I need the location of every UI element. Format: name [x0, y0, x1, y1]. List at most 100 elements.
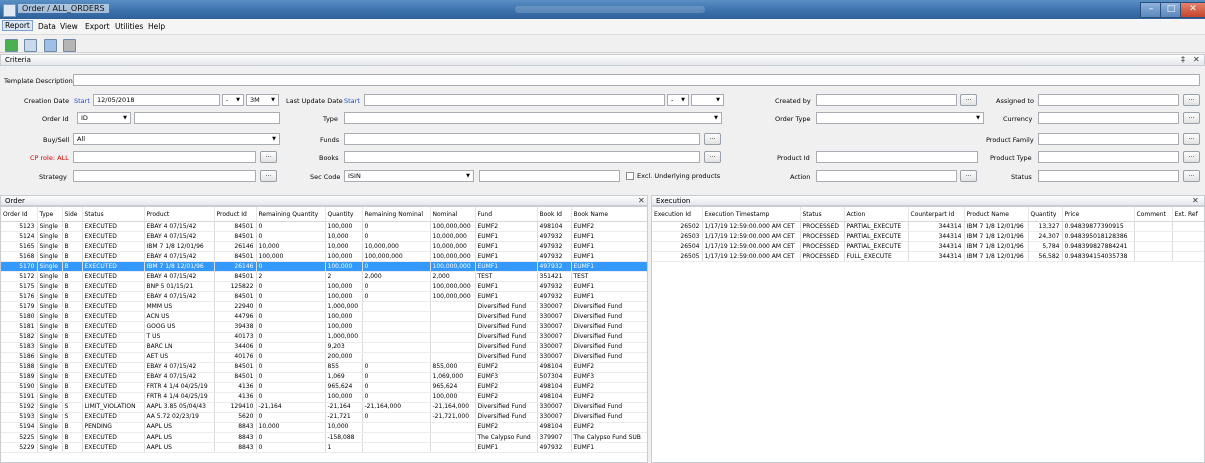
creation-date-input[interactable]: 12/05/2018: [93, 94, 220, 106]
order-column-header[interactable]: Nominal: [430, 207, 476, 222]
assigned-to-input[interactable]: [1038, 94, 1179, 106]
close-icon[interactable]: ✕: [638, 196, 645, 205]
books-browse-button[interactable]: ...: [704, 151, 721, 163]
execution-column-header[interactable]: Ext. Ref: [1172, 207, 1204, 222]
order-column-header[interactable]: Product Id: [214, 207, 257, 222]
currency-input[interactable]: [1038, 112, 1179, 124]
cp-role-label[interactable]: CP role: ALL: [30, 154, 69, 162]
order-column-header[interactable]: Product: [144, 207, 215, 222]
action-input[interactable]: [816, 170, 957, 182]
menu-report[interactable]: Report: [2, 20, 33, 31]
table-row[interactable]: 5183 Single B EXECUTED BARC LN 34406 0 9,203 Div…: [1, 342, 647, 353]
maximize-button[interactable]: □: [1160, 2, 1182, 18]
table-row[interactable]: 5180 Single B EXECUTED ACN US 44796 0 100,000 Di…: [1, 311, 647, 323]
created-by-input[interactable]: [816, 94, 957, 106]
cp-role-browse-button[interactable]: ...: [260, 151, 277, 163]
order-type-dropdown[interactable]: [816, 112, 984, 124]
excl-underlying-checkbox[interactable]: [626, 172, 634, 180]
sec-code-input[interactable]: [479, 170, 620, 182]
strategy-browse-button[interactable]: ...: [260, 170, 277, 182]
table-row[interactable]: 5188 Single B EXECUTED EBAY 4 07/15/42 84501 0…: [1, 362, 647, 373]
funds-browse-button[interactable]: ...: [704, 133, 721, 145]
execution-column-header[interactable]: Execution Timestamp: [702, 207, 801, 222]
table-row[interactable]: 5179 Single B EXECUTED MMM US 22940 0 1,000,000…: [1, 301, 647, 313]
table-row[interactable]: 26505 1/17/19 12:59:00.000 AM CET PROCESSE…: [652, 251, 1204, 263]
order-column-header[interactable]: Remaining Quantity: [256, 207, 326, 222]
order-column-header[interactable]: Side: [62, 207, 83, 222]
execution-column-header[interactable]: Product Name: [964, 207, 1029, 222]
order-column-header[interactable]: Fund: [475, 207, 538, 222]
order-column-header[interactable]: Type: [37, 207, 63, 222]
table-row[interactable]: 5123 Single B EXECUTED EBAY 4 07/15/42 84501 0…: [1, 221, 647, 233]
last-update-range-dropdown[interactable]: [691, 94, 724, 106]
order-column-header[interactable]: Book Id: [537, 207, 572, 222]
table-row[interactable]: 5191 Single B EXECUTED FRTR 4 1/4 04/25/19 41…: [1, 392, 647, 403]
execution-column-header[interactable]: Action: [844, 207, 909, 222]
report-new-icon[interactable]: [24, 39, 37, 52]
created-by-browse-button[interactable]: ...: [960, 94, 977, 106]
table-row[interactable]: 5192 Single S LIMIT_VIOLATION AAPL 3.85 05/0…: [1, 402, 647, 413]
strategy-input[interactable]: [73, 170, 256, 182]
last-update-date-input[interactable]: [364, 94, 665, 106]
table-row[interactable]: 26502 1/17/19 12:59:00.000 AM CET PROCESSE…: [652, 221, 1204, 233]
creation-date-modifier-dropdown[interactable]: -: [222, 94, 244, 106]
table-row[interactable]: 5194 Single B PENDING AAPL US 8843 10,000 10,00…: [1, 422, 647, 433]
close-window-button[interactable]: ✕: [1180, 2, 1205, 18]
close-icon[interactable]: ✕: [1192, 196, 1199, 205]
funds-input[interactable]: [344, 133, 700, 145]
action-browse-button[interactable]: ...: [960, 170, 977, 182]
product-id-input[interactable]: [816, 151, 978, 163]
product-family-input[interactable]: [1038, 133, 1179, 145]
cp-role-input[interactable]: [73, 151, 256, 163]
table-row[interactable]: 5124 Single B EXECUTED EBAY 4 07/15/42 84501 0…: [1, 231, 647, 243]
template-description-input[interactable]: [73, 74, 1200, 86]
table-row[interactable]: 5172 Single B EXECUTED EBAY 4 07/15/42 84501 2…: [1, 271, 647, 283]
table-row[interactable]: 26504 1/17/19 12:59:00.000 AM CET PROCESSE…: [652, 241, 1204, 253]
product-type-input[interactable]: [1038, 151, 1179, 163]
order-column-header[interactable]: Remaining Nominal: [362, 207, 431, 222]
execution-column-header[interactable]: Status: [800, 207, 845, 222]
buysell-dropdown[interactable]: All: [73, 133, 280, 145]
execution-column-header[interactable]: Execution Id: [652, 207, 703, 222]
table-row[interactable]: 5176 Single B EXECUTED EBAY 4 07/15/42 84501 0…: [1, 291, 647, 303]
table-row[interactable]: 5181 Single B EXECUTED GOOG US 39438 0 100,000 D…: [1, 321, 647, 333]
order-column-header[interactable]: Book Name: [571, 207, 647, 222]
order-id-type-dropdown[interactable]: ID: [77, 112, 131, 124]
execution-column-header[interactable]: Counterpart Id: [908, 207, 965, 222]
table-row[interactable]: 5225 Single B EXECUTED AAPL US 8843 0 -158,088 T…: [1, 432, 647, 444]
table-row[interactable]: 5165 Single B EXECUTED IBM 7 1/8 12/01/96 261…: [1, 241, 647, 253]
type-dropdown[interactable]: [344, 112, 722, 124]
copy-icon[interactable]: [44, 39, 57, 52]
table-row[interactable]: 5229 Single B EXECUTED AAPL US 8843 0 1 EUMF1 497…: [1, 442, 647, 454]
menu-export[interactable]: Export: [85, 22, 110, 31]
pin-icon[interactable]: ‡: [1181, 55, 1185, 64]
table-row[interactable]: 5190 Single B EXECUTED FRTR 4 1/4 04/25/19 41…: [1, 382, 647, 393]
sec-code-dropdown[interactable]: ISIN: [344, 170, 474, 182]
menu-view[interactable]: View: [60, 22, 78, 31]
execution-column-header[interactable]: Quantity: [1028, 207, 1063, 222]
print-icon[interactable]: [63, 39, 76, 52]
table-row[interactable]: 26503 1/17/19 12:59:00.000 AM CET PROCESSE…: [652, 231, 1204, 243]
product-type-browse-button[interactable]: ...: [1183, 151, 1200, 163]
currency-browse-button[interactable]: ...: [1183, 112, 1200, 124]
minimize-button[interactable]: –: [1140, 2, 1162, 18]
table-row[interactable]: 5193 Single S EXECUTED AA 5.72 02/23/19 5620 0…: [1, 412, 647, 423]
status-input[interactable]: [1038, 170, 1179, 182]
last-update-modifier-dropdown[interactable]: -: [667, 94, 689, 106]
table-row[interactable]: 5182 Single B EXECUTED T US 40173 0 1,000,000 Di…: [1, 332, 647, 343]
status-browse-button[interactable]: ...: [1183, 170, 1200, 182]
order-column-header[interactable]: Status: [82, 207, 145, 222]
execution-column-header[interactable]: Price: [1062, 207, 1135, 222]
menu-help[interactable]: Help: [148, 22, 165, 31]
menu-data[interactable]: Data: [38, 22, 56, 31]
creation-range-dropdown[interactable]: 3M: [246, 94, 279, 106]
books-input[interactable]: [344, 151, 700, 163]
menu-utilities[interactable]: Utilities: [115, 22, 143, 31]
table-row[interactable]: 5175 Single B EXECUTED BNP 5 01/15/21 125822 0…: [1, 281, 647, 293]
order-column-header[interactable]: Order Id: [1, 207, 38, 222]
table-row[interactable]: 5189 Single B EXECUTED EBAY 4 07/15/42 84501 0…: [1, 372, 647, 383]
report-green-icon[interactable]: [5, 39, 18, 52]
table-row[interactable]: 5170 Single B EXECUTED IBM 7 1/8 12/01/96 261…: [1, 261, 647, 273]
table-row[interactable]: 5186 Single B EXECUTED AET US 40176 0 200,000 Di…: [1, 352, 647, 363]
close-icon[interactable]: ✕: [1193, 55, 1200, 64]
